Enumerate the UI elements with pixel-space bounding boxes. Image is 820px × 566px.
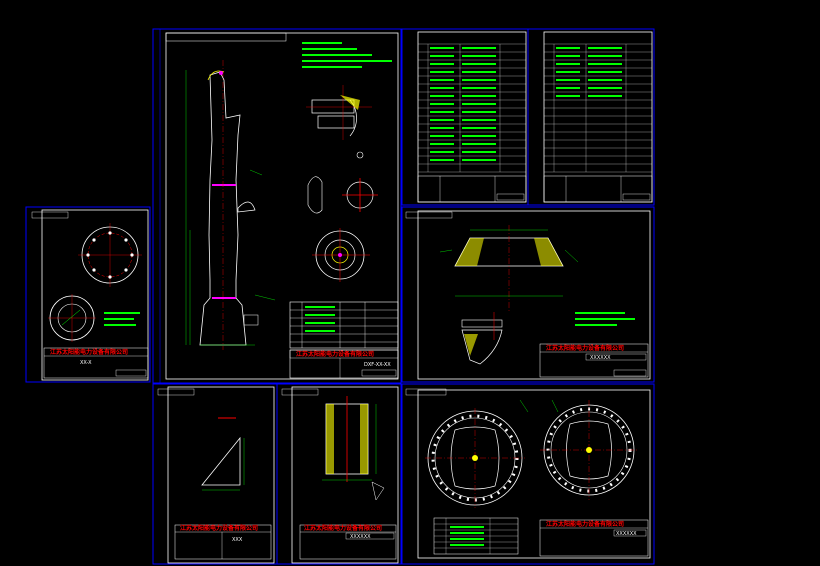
sheet-ring-plate: 江苏太阳能电力设备有限公司 XXXXXX: [401, 383, 655, 565]
company-name-main: 江苏太阳能电力设备有限公司: [296, 350, 374, 358]
sheet-rib-plate: 江苏太阳能电力设备有限公司 XXX: [152, 383, 278, 565]
sheet-parts-list-1: [401, 28, 529, 206]
company-name-base-ring: 江苏太阳能电力设备有限公司: [546, 344, 624, 352]
drawing-code-sleeve: XXXXXX: [350, 534, 371, 540]
sheet-base-ring: 江苏太阳能电力设备有限公司 XXXXXX: [401, 206, 655, 383]
company-name-flange: 江苏太阳能电力设备有限公司: [50, 348, 128, 356]
drawing-code-base-ring: XXXXXX: [590, 355, 611, 361]
company-name-sleeve: 江苏太阳能电力设备有限公司: [304, 524, 382, 532]
drawing-code-main: DXF-XX-XX: [364, 362, 391, 368]
sheet-sleeve: 江苏太阳能电力设备有限公司 XXXXXX: [276, 383, 402, 565]
sheet-main-pole: 江苏太阳能电力设备有限公司 DXF-XX-XX: [152, 28, 402, 384]
drawing-code-flange: XX-X: [80, 360, 92, 366]
cad-drawing-canvas[interactable]: 江苏太阳能电力设备有限公司 DXF-XX-XX 江苏太阳能电力设备有限公司 XX…: [0, 0, 820, 566]
sheet-flange: 江苏太阳能电力设备有限公司 XX-X: [25, 206, 151, 383]
drawing-code-rib: XXX: [232, 537, 243, 543]
company-name-rib: 江苏太阳能电力设备有限公司: [180, 524, 258, 532]
drawing-code-ring-plate: XXXXXX: [616, 531, 637, 537]
company-name-ring-plate: 江苏太阳能电力设备有限公司: [546, 520, 624, 528]
sheet-parts-list-2: [527, 28, 655, 206]
